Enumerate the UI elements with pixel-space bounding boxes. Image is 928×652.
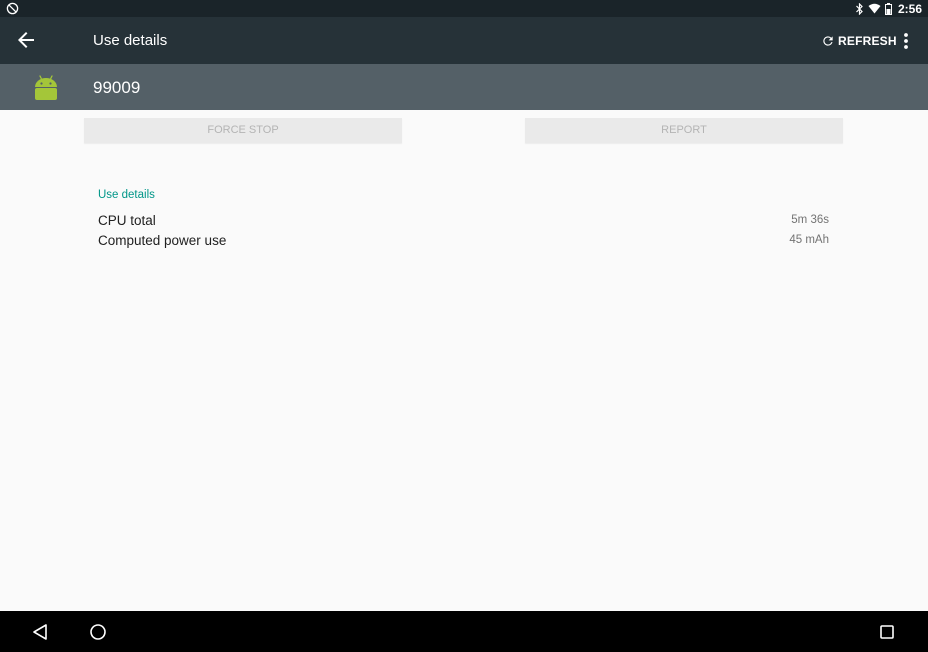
overflow-menu-icon[interactable] — [898, 29, 914, 53]
refresh-button[interactable]: REFRESH — [821, 31, 897, 51]
nav-recents-icon[interactable] — [877, 622, 897, 642]
app-header: 99009 — [0, 64, 928, 110]
nav-bar — [0, 611, 928, 652]
detail-row-cpu-total: CPU total 5m 36s — [98, 213, 829, 233]
nav-home-icon[interactable] — [88, 622, 108, 642]
status-bar: 2:56 — [0, 0, 928, 17]
app-bar: Use details REFRESH — [0, 17, 928, 64]
detail-label: CPU total — [98, 213, 156, 228]
nav-back-icon[interactable] — [30, 622, 50, 642]
status-time: 2:56 — [897, 1, 922, 16]
refresh-label: REFRESH — [838, 34, 897, 48]
refresh-icon — [823, 36, 833, 46]
detail-value: 45 mAh — [789, 234, 829, 246]
detail-value: 5m 36s — [791, 214, 829, 226]
status-icons: 2:56 — [855, 0, 922, 17]
battery-icon — [884, 2, 892, 15]
report-button[interactable]: REPORT — [525, 118, 843, 143]
app-name: 99009 — [93, 78, 141, 97]
force-stop-button[interactable]: FORCE STOP — [84, 118, 402, 143]
back-arrow-icon[interactable] — [14, 28, 38, 52]
android-icon — [35, 75, 57, 100]
detail-row-power-use: Computed power use 45 mAh — [98, 233, 829, 253]
bluetooth-icon — [856, 2, 863, 15]
detail-label: Computed power use — [98, 233, 227, 248]
wifi-icon — [868, 3, 881, 14]
no-sim-icon — [6, 2, 19, 15]
page-title: Use details — [93, 32, 168, 49]
section-title: Use details — [98, 189, 155, 201]
